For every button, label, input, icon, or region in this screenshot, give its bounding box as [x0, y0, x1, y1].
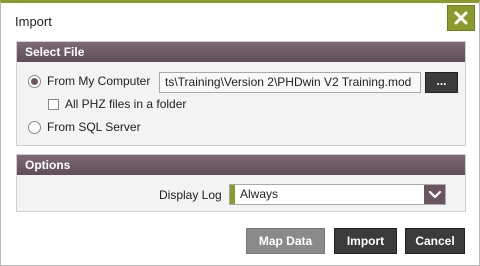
options-section: Options Display Log Always: [16, 154, 466, 212]
all-phz-label: All PHZ files in a folder: [65, 97, 187, 111]
map-data-button[interactable]: Map Data: [246, 228, 325, 254]
close-button[interactable]: [447, 5, 475, 31]
from-my-computer-label: From My Computer: [47, 74, 151, 88]
select-file-section: Select File From My Computer ts\Training…: [16, 41, 466, 146]
file-path-input[interactable]: ts\Training\Version 2\PHDwin V2 Training…: [159, 72, 421, 93]
from-sql-server-radio[interactable]: [28, 121, 41, 134]
cancel-button[interactable]: Cancel: [405, 228, 465, 254]
chevron-down-icon[interactable]: [424, 185, 445, 204]
options-header: Options: [17, 155, 465, 175]
display-log-value: Always: [240, 187, 279, 201]
all-phz-checkbox[interactable]: [48, 99, 59, 110]
dialog-title: Import: [15, 14, 52, 29]
browse-button[interactable]: ...: [425, 72, 458, 93]
display-log-label: Display Log: [159, 188, 222, 202]
from-sql-server-label: From SQL Server: [47, 120, 141, 134]
select-file-header: Select File: [17, 42, 465, 62]
import-button[interactable]: Import: [334, 228, 397, 254]
select-accent: [230, 185, 235, 204]
import-dialog: Import Select File From My Computer ts\T…: [0, 0, 480, 266]
display-log-select[interactable]: Always: [229, 184, 446, 205]
close-icon: [454, 11, 468, 25]
from-my-computer-radio[interactable]: [28, 75, 41, 88]
